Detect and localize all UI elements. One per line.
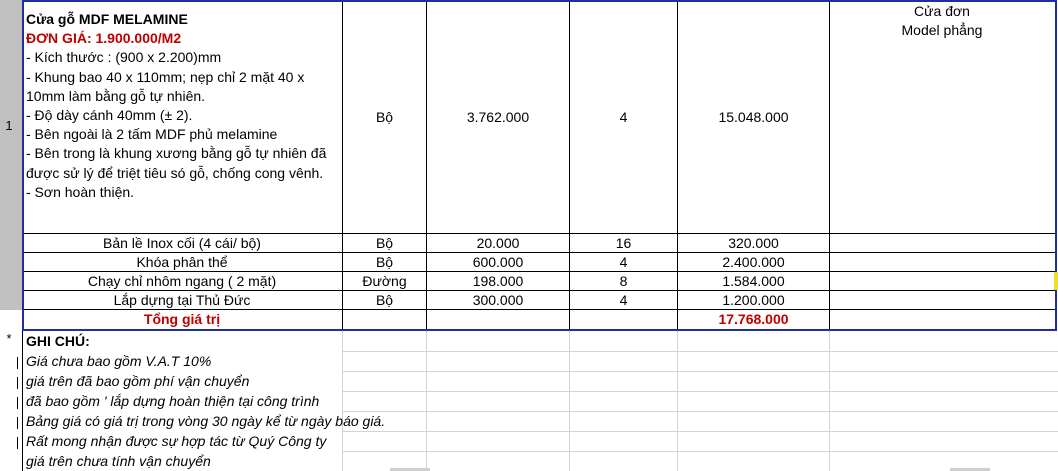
gutter-tick [17, 377, 23, 389]
spreadsheet: 1 * Cửa gỗ MDF MELAMINE ĐƠN GIÁ: 1.900.0… [0, 0, 1058, 471]
accessory-total[interactable]: 1.584.000 [678, 272, 829, 291]
grand-total-value[interactable]: 17.768.000 [678, 310, 829, 329]
item-price-cell[interactable]: 3.762.000 [427, 108, 569, 127]
accessory-name[interactable]: Chạy chỉ nhôm ngang ( 2 mặt) [22, 272, 342, 291]
grid-line [829, 331, 830, 471]
grid-line [342, 451, 1058, 452]
accessory-total[interactable]: 2.400.000 [678, 253, 829, 272]
spec-line: - Khung bao 40 x 110mm; nẹp chỉ 2 mặt 40… [26, 68, 305, 85]
item-note-line1[interactable]: Cửa đơn [830, 2, 1054, 21]
grid-line [342, 351, 1058, 352]
accessory-name[interactable]: Khóa phân thể [22, 253, 342, 272]
item-title: Cửa gỗ MDF MELAMINE [26, 11, 188, 27]
item-qty-cell[interactable]: 4 [570, 108, 677, 127]
item-description[interactable]: Cửa gỗ MDF MELAMINE ĐƠN GIÁ: 1.900.000/M… [26, 10, 342, 202]
grid-line [342, 391, 1058, 392]
row-number[interactable]: 1 [0, 118, 18, 133]
item-total-cell[interactable]: 15.048.000 [678, 108, 829, 127]
gutter-tick [17, 437, 23, 449]
grand-total-label[interactable]: Tổng giá trị [22, 310, 342, 329]
accessory-price[interactable]: 600.000 [427, 253, 569, 272]
grid-line [342, 431, 1058, 432]
grid-line [569, 331, 570, 471]
note-line[interactable]: Bảng giá có giá trị trong vòng 30 ngày k… [26, 412, 385, 431]
spec-line: - Bên ngoài là 2 tấm MDF phủ melamine [26, 126, 278, 143]
accessory-unit[interactable]: Bộ [343, 234, 426, 253]
accessory-unit[interactable]: Đường [343, 272, 426, 291]
note-line[interactable]: đã bao gồm ' lắp dựng hoàn thiện tại côn… [26, 392, 319, 411]
spec-line: - Sơn hoàn thiện. [26, 183, 135, 200]
grid-line [677, 331, 678, 471]
accessory-qty[interactable]: 4 [570, 291, 677, 310]
note-line[interactable]: giá trên chưa tính vận chuyển [26, 452, 211, 471]
row-header-selected[interactable] [0, 0, 22, 310]
spec-line: - Kích thước : (900 x 2.200)mm [26, 49, 222, 66]
accessory-name[interactable]: Lắp dựng tại Thủ Đức [22, 291, 342, 310]
notes-marker: * [6, 331, 12, 346]
grid-line [342, 411, 1058, 412]
note-line[interactable]: Giá chưa bao gồm V.A.T 10% [26, 352, 211, 371]
grid-line [342, 331, 343, 471]
accessory-price[interactable]: 20.000 [427, 234, 569, 253]
spec-line: - Độ dày cánh 40mm (± 2). [26, 107, 193, 124]
accessory-price[interactable]: 198.000 [427, 272, 569, 291]
accessory-qty[interactable]: 16 [570, 234, 677, 253]
gutter-tick [17, 397, 23, 409]
col-border [829, 0, 830, 330]
accessory-unit[interactable]: Bộ [343, 291, 426, 310]
gutter-tick [17, 357, 23, 369]
accessory-qty[interactable]: 4 [570, 253, 677, 272]
accessory-unit[interactable]: Bộ [343, 253, 426, 272]
notes-heading[interactable]: GHI CHÚ: [26, 332, 90, 351]
item-note-line2: Model phẳng [901, 22, 983, 38]
spec-line: 10mm làm bằng gỗ tự nhiên. [26, 87, 206, 104]
spec-line: được sử lý để triệt tiêu só gỗ, chống co… [26, 164, 324, 181]
spec-line: - Bên trong là khung xương bằng gỗ tự nh… [26, 145, 327, 162]
accessory-price[interactable]: 300.000 [427, 291, 569, 310]
note-line[interactable]: giá trên đã bao gồm phí vận chuyển [26, 372, 249, 391]
note-line[interactable]: Rất mong nhận được sự hợp tác từ Quý Côn… [26, 432, 326, 451]
item-unit-price-line: ĐƠN GIÁ: 1.900.000/M2 [26, 30, 182, 47]
item-unit-cell[interactable]: Bộ [343, 108, 426, 127]
grid-line [426, 331, 427, 471]
gutter-tick [17, 417, 23, 429]
fill-handle[interactable] [1054, 272, 1058, 290]
accessory-qty[interactable]: 8 [570, 272, 677, 291]
accessory-total[interactable]: 320.000 [678, 234, 829, 253]
accessory-name[interactable]: Bản lề Inox cối (4 cái/ bộ) [22, 234, 342, 253]
grid-line [342, 371, 1058, 372]
accessory-total[interactable]: 1.200.000 [678, 291, 829, 310]
